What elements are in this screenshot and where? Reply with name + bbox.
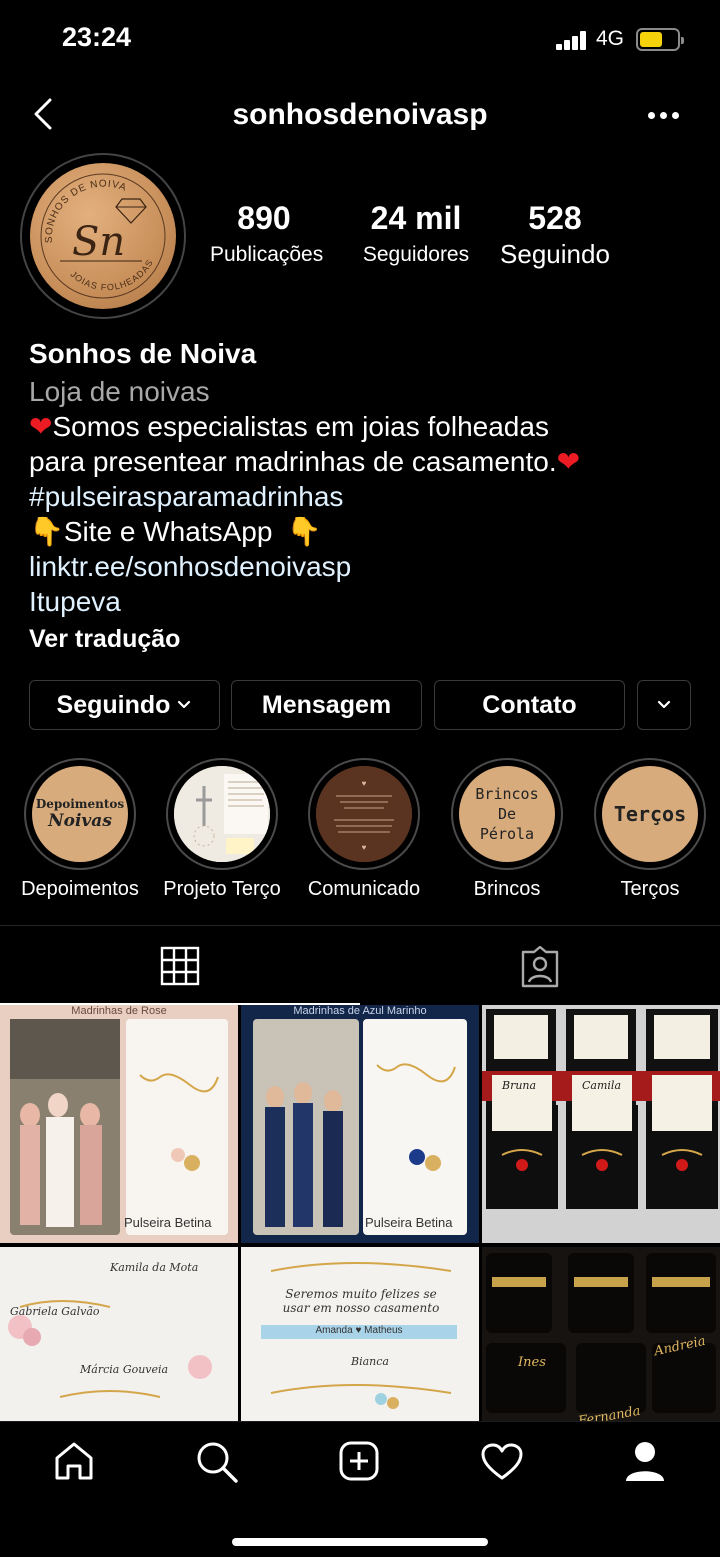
profile-icon[interactable] — [624, 1440, 666, 1482]
highlight-brincos[interactable]: Brincos De Pérola Brincos — [436, 758, 578, 901]
post-thumbnail[interactable]: Madrinhas de Azul Marinho Pulseira Betin… — [241, 1005, 479, 1243]
profile-actions: Seguindo Mensagem Contato — [29, 680, 691, 730]
highlight-tercos[interactable]: Terços Terços — [579, 758, 720, 901]
profile-category: Loja de noivas — [29, 376, 210, 407]
post-image — [10, 1019, 228, 1235]
bio-link[interactable]: linktr.ee/sonhosdenoivasp — [29, 549, 699, 584]
signal-icon — [556, 30, 590, 50]
chevron-down-icon — [178, 700, 191, 709]
followers-count[interactable]: 24 mil Seguidores — [350, 200, 482, 267]
pointing-down-emoji-icon: 👇 — [29, 516, 64, 547]
highlight-comunicado[interactable]: ♥ ♥ Comunicado — [293, 758, 435, 901]
profile-bio: Sonhos de Noiva Loja de noivas ❤Somos es… — [29, 338, 699, 654]
svg-text:Sn: Sn — [72, 219, 125, 265]
posts-count[interactable]: 890 Publicações — [210, 200, 323, 267]
new-post-icon[interactable] — [338, 1440, 380, 1482]
chevron-down-icon — [657, 700, 671, 709]
post-grid: Madrinhas de Rose Pulseira Betina Madrin… — [0, 1005, 720, 1485]
heart-emoji-icon: ❤ — [556, 446, 581, 477]
contact-button[interactable]: Contato — [434, 680, 625, 730]
profile-stats: 890 Publicações 24 mil Seguidores 528 Segui… — [210, 200, 630, 280]
grid-view-icon[interactable] — [160, 946, 200, 986]
profile-header: sonhosdenoivasp — [0, 88, 720, 144]
activity-heart-icon[interactable] — [480, 1442, 524, 1482]
profile-tabs — [0, 925, 720, 1005]
highlight-depoimentos[interactable]: Depoimentos Noivas Depoimentos — [9, 758, 151, 901]
bio-line: 👇Site e WhatsApp 👇 — [29, 516, 322, 547]
brand-logo: SONHOS DE NOIVA JOIAS FOLHEADAS Sn — [30, 163, 176, 309]
svg-text:♥: ♥ — [362, 779, 367, 788]
post-thumbnail[interactable]: Bruna Camila — [482, 1005, 720, 1243]
tagged-photos-icon[interactable] — [519, 946, 561, 988]
svg-text:♥: ♥ — [362, 843, 367, 852]
highlight-cover-image — [174, 766, 270, 862]
post-thumbnail[interactable]: Madrinhas de Rose Pulseira Betina — [0, 1005, 238, 1243]
clock: 23:24 — [62, 22, 132, 52]
bio-line: para presentear madrinhas de casamento.❤ — [29, 446, 581, 477]
bottom-navigation — [0, 1421, 720, 1557]
search-icon[interactable] — [195, 1440, 239, 1484]
following-button[interactable]: Seguindo — [29, 680, 220, 730]
more-options-icon[interactable] — [648, 112, 680, 122]
profile-display-name: Sonhos de Noiva — [29, 338, 257, 369]
home-icon[interactable] — [53, 1440, 95, 1482]
highlight-projeto-terco[interactable]: Projeto Terço — [151, 758, 293, 901]
network-label: 4G — [596, 27, 625, 50]
following-count[interactable]: 528 Seguindo — [492, 200, 618, 270]
highlight-cover-image: ♥ ♥ — [316, 766, 412, 862]
status-bar: 23:24 4G — [0, 0, 720, 80]
post-image — [253, 1019, 467, 1235]
profile-username: sonhosdenoivasp — [232, 98, 488, 131]
bio-line: ❤Somos especialistas em joias folheadas — [29, 411, 549, 442]
message-button[interactable]: Mensagem — [231, 680, 422, 730]
home-indicator[interactable] — [232, 1538, 488, 1546]
post-image — [482, 1005, 720, 1243]
logo-graphic: SONHOS DE NOIVA JOIAS FOLHEADAS Sn — [40, 173, 166, 299]
battery-icon — [636, 28, 684, 51]
see-translation-link[interactable]: Ver tradução — [29, 625, 699, 654]
bio-location[interactable]: Itupeva — [29, 584, 699, 619]
story-highlights: Depoimentos Noivas Depoimentos Projeto T… — [0, 758, 720, 908]
profile-avatar[interactable]: SONHOS DE NOIVA JOIAS FOLHEADAS Sn — [20, 153, 186, 319]
pointing-down-emoji-icon: 👇 — [286, 516, 322, 547]
bio-hashtag[interactable]: #pulseirasparamadrinhas — [29, 479, 699, 514]
heart-emoji-icon: ❤ — [29, 411, 53, 442]
suggested-accounts-button[interactable] — [637, 680, 691, 730]
